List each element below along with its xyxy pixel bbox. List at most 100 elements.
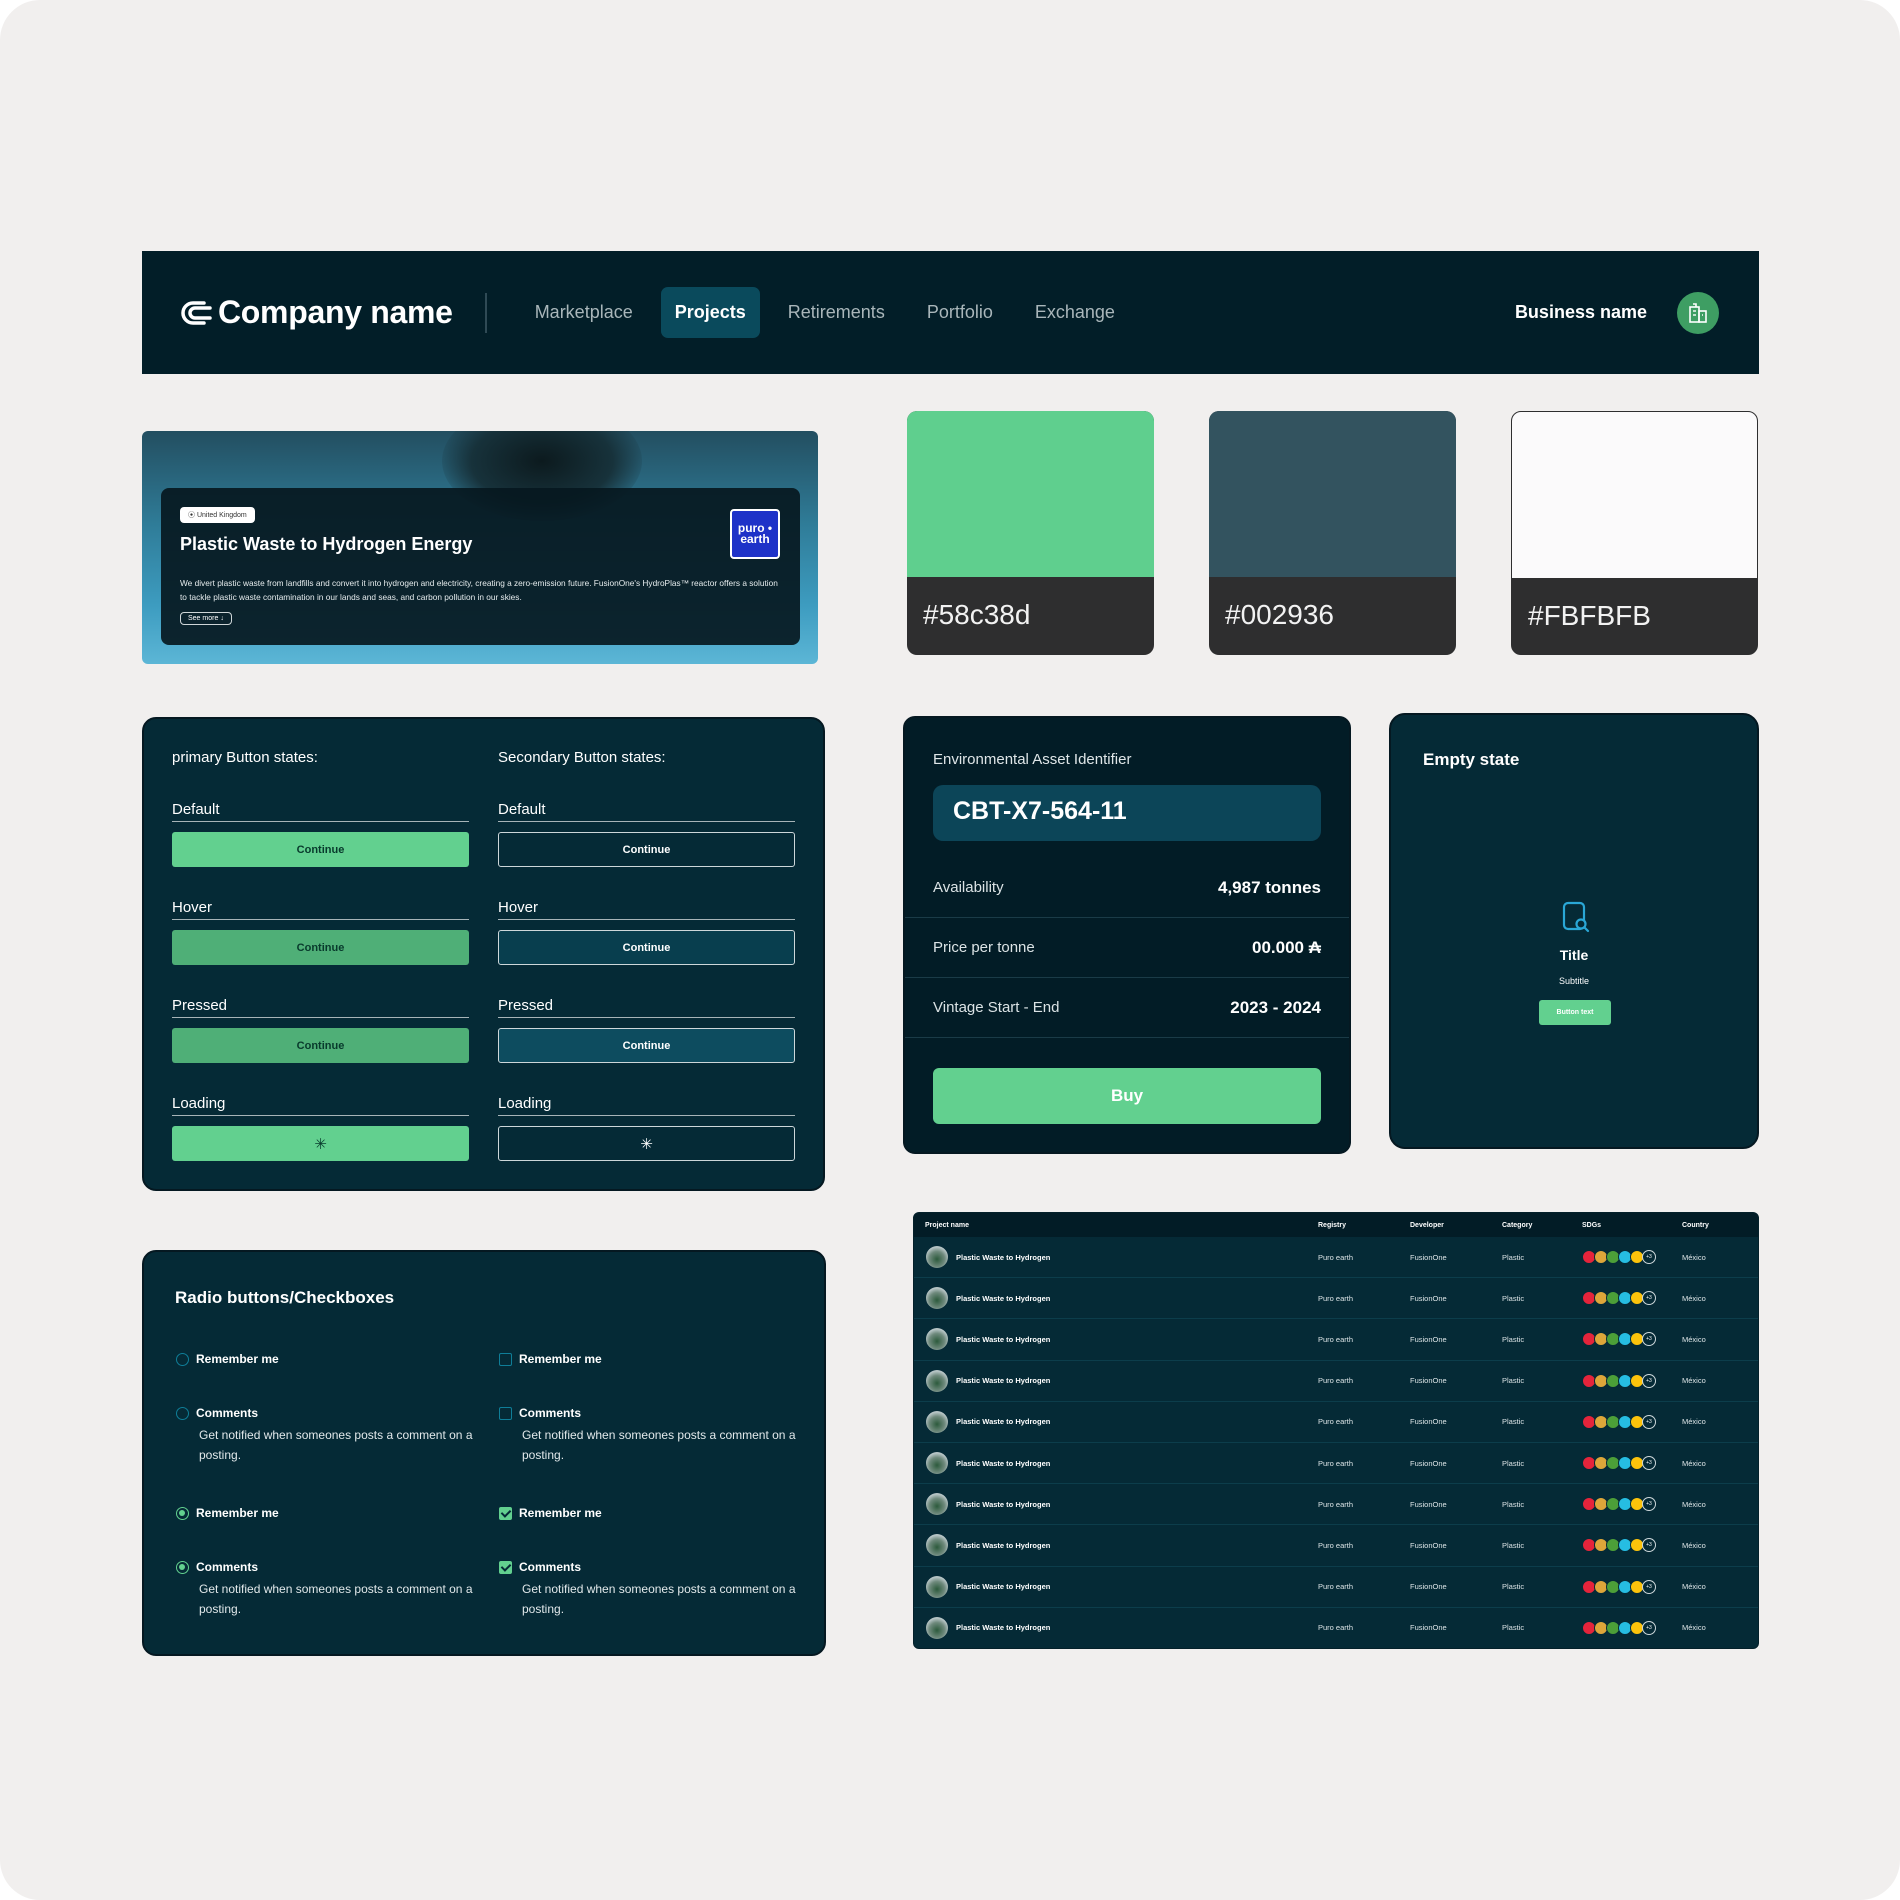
radio-remember-off[interactable]: Remember me [176, 1352, 279, 1366]
developer-cell: FusionOne [1410, 1540, 1447, 1550]
table-row[interactable]: Plastic Waste to Hydrogen Puro earth Fus… [914, 1567, 1758, 1608]
empty-state-button[interactable]: Button text [1539, 1000, 1611, 1025]
table-row[interactable]: Plastic Waste to Hydrogen Puro earth Fus… [914, 1484, 1758, 1526]
empty-state-heading: Empty state [1423, 750, 1520, 769]
radio-label: Comments [196, 1560, 259, 1574]
column-registry[interactable]: Registry [1318, 1222, 1410, 1229]
registry-cell: Puro earth [1318, 1458, 1354, 1468]
header-divider [484, 292, 487, 333]
sdg-more-badge: +3 [1642, 1414, 1656, 1429]
vintage-row: Vintage Start - End 2023 - 2024 [905, 978, 1349, 1038]
column-sdgs[interactable]: SDGs [1582, 1222, 1682, 1229]
primary-pressed-label: Pressed [172, 997, 469, 1018]
radio-remember-on[interactable]: Remember me [176, 1506, 279, 1520]
checkbox-checked[interactable] [499, 1506, 512, 1520]
primary-hover-label: Hover [172, 899, 469, 920]
developer-cell: FusionOne [1410, 1334, 1447, 1344]
checkbox-remember-off[interactable]: Remember me [499, 1352, 602, 1366]
radio-selected[interactable] [176, 1560, 189, 1574]
project-thumbnail [926, 1369, 948, 1392]
primary-pressed-button[interactable]: Continue [172, 1028, 469, 1063]
column-project-name[interactable]: Project name [914, 1222, 1318, 1229]
checkbox-unchecked[interactable] [499, 1406, 512, 1420]
developer-cell: FusionOne [1410, 1417, 1447, 1427]
see-more-button[interactable]: See more ↓ [180, 612, 232, 625]
spinner-icon: ✳ [314, 1135, 327, 1153]
availability-row: Availability 4,987 tonnes [905, 858, 1349, 918]
checkbox-comments-on[interactable]: Comments [499, 1560, 581, 1574]
category-cell: Plastic [1502, 1540, 1525, 1550]
checkbox-checked[interactable] [499, 1560, 512, 1574]
country-cell: México [1682, 1334, 1706, 1344]
project-name-cell: Plastic Waste to Hydrogen [914, 1575, 1318, 1598]
table-row[interactable]: Plastic Waste to Hydrogen Puro earth Fus… [914, 1443, 1758, 1485]
radio-comments-off[interactable]: Comments [176, 1406, 258, 1420]
category-cell: Plastic [1502, 1582, 1525, 1592]
column-developer[interactable]: Developer [1410, 1222, 1502, 1229]
radio-comments-on[interactable]: Comments [176, 1560, 258, 1574]
table-row[interactable]: Plastic Waste to Hydrogen Puro earth Fus… [914, 1278, 1758, 1320]
column-country[interactable]: Country [1682, 1222, 1752, 1229]
business-account[interactable]: Business name [1515, 291, 1719, 334]
registry-badge: puro • earth [730, 509, 780, 559]
radio-selected[interactable] [176, 1506, 189, 1520]
nav-projects[interactable]: Projects [660, 287, 760, 338]
company-logo[interactable]: Company name [180, 294, 453, 331]
primary-default-button[interactable]: Continue [172, 832, 469, 867]
project-name-cell: Plastic Waste to Hydrogen [914, 1452, 1318, 1475]
asset-identifier-card: Environmental Asset Identifier CBT-X7-56… [903, 716, 1351, 1154]
sdg-more-badge: +3 [1642, 1332, 1656, 1347]
checkbox-unchecked[interactable] [499, 1352, 512, 1366]
checkbox-label: Remember me [519, 1352, 602, 1366]
secondary-states-heading: Secondary Button states: [498, 749, 666, 766]
checkbox-remember-on[interactable]: Remember me [499, 1506, 602, 1520]
project-hero-card[interactable]: ⦿ United Kingdom Plastic Waste to Hydrog… [142, 431, 818, 664]
project-name: Plastic Waste to Hydrogen [956, 1376, 1051, 1386]
secondary-pressed-button[interactable]: Continue [498, 1028, 795, 1063]
swatch-dark: #002936 [1209, 411, 1456, 655]
secondary-pressed-label: Pressed [498, 997, 795, 1018]
sdg-more-badge: +3 [1642, 1291, 1656, 1306]
project-thumbnail [926, 1246, 948, 1269]
project-name: Plastic Waste to Hydrogen [956, 1252, 1051, 1262]
project-name: Plastic Waste to Hydrogen [956, 1458, 1051, 1468]
secondary-default-button[interactable]: Continue [498, 832, 795, 867]
nav-portfolio[interactable]: Portfolio [913, 287, 1007, 338]
primary-loading-button[interactable]: ✳ [172, 1126, 469, 1161]
project-thumbnail [926, 1493, 948, 1516]
buy-button[interactable]: Buy [933, 1068, 1321, 1124]
table-row[interactable]: Plastic Waste to Hydrogen Puro earth Fus… [914, 1402, 1758, 1443]
radio-unselected[interactable] [176, 1352, 189, 1366]
nav-marketplace[interactable]: Marketplace [521, 287, 647, 338]
swatch-dark-color [1209, 411, 1456, 577]
company-logo-icon [181, 300, 212, 325]
project-thumbnail [926, 1534, 948, 1557]
nav-exchange[interactable]: Exchange [1021, 287, 1129, 338]
price-value: 00.000 ₳ [1252, 937, 1321, 957]
country-cell: México [1682, 1540, 1706, 1550]
sdgs-cell: +3 [1582, 1456, 1682, 1471]
sdgs-cell: +3 [1582, 1620, 1682, 1635]
table-row[interactable]: Plastic Waste to Hydrogen Puro earth Fus… [914, 1361, 1758, 1402]
registry-cell: Puro earth [1318, 1499, 1354, 1509]
checkbox-comments-off[interactable]: Comments [499, 1406, 581, 1420]
table-row[interactable]: Plastic Waste to Hydrogen Puro earth Fus… [914, 1525, 1758, 1567]
building-icon[interactable] [1677, 291, 1719, 334]
secondary-hover-button[interactable]: Continue [498, 930, 795, 965]
sdg-more-badge: +3 [1642, 1456, 1656, 1471]
nav-retirements[interactable]: Retirements [774, 287, 899, 338]
project-name: Plastic Waste to Hydrogen [956, 1293, 1051, 1303]
table-row[interactable]: Plastic Waste to Hydrogen Puro earth Fus… [914, 1237, 1758, 1279]
column-category[interactable]: Category [1502, 1222, 1582, 1229]
sdgs-cell: +3 [1582, 1373, 1682, 1388]
category-cell: Plastic [1502, 1458, 1525, 1468]
radio-unselected[interactable] [176, 1406, 189, 1420]
sdg-more-badge: +3 [1642, 1620, 1656, 1635]
secondary-loading-button[interactable]: ✳ [498, 1126, 795, 1161]
checkbox-label: Comments [519, 1406, 582, 1420]
primary-hover-button[interactable]: Continue [172, 930, 469, 965]
project-thumbnail [926, 1575, 948, 1598]
project-name-cell: Plastic Waste to Hydrogen [914, 1534, 1318, 1557]
table-row[interactable]: Plastic Waste to Hydrogen Puro earth Fus… [914, 1608, 1758, 1648]
table-row[interactable]: Plastic Waste to Hydrogen Puro earth Fus… [914, 1319, 1758, 1361]
